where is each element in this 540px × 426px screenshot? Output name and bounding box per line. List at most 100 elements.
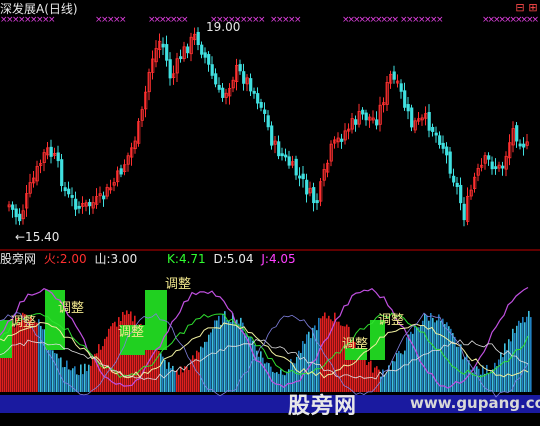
value-d-label: D:	[213, 252, 227, 266]
histogram-bar	[400, 353, 402, 392]
candle-body	[161, 43, 165, 48]
value-fire: 2.00	[59, 252, 87, 266]
candle-body	[399, 83, 403, 92]
histogram-bar	[92, 357, 94, 392]
histogram-bar	[370, 360, 372, 392]
histogram-bar	[82, 374, 84, 392]
histogram-bar	[18, 322, 20, 392]
histogram-bar	[206, 341, 208, 392]
candle-body	[445, 146, 449, 156]
candle-body	[298, 175, 302, 179]
histogram-bar	[494, 362, 496, 392]
candle-body	[410, 107, 414, 128]
candle-body	[214, 73, 218, 85]
candle-body	[315, 200, 319, 204]
candle-body	[186, 46, 190, 54]
high-price-label: 19.00	[206, 20, 240, 34]
histogram-bar	[182, 372, 184, 392]
histogram-bar	[216, 320, 218, 392]
histogram-bar	[50, 346, 52, 392]
histogram-bar	[512, 328, 514, 392]
watermark-site: 股旁网	[288, 394, 358, 419]
histogram-bar	[366, 365, 368, 392]
candle-body	[354, 119, 358, 125]
histogram-bar	[284, 375, 286, 392]
candle-body	[392, 71, 396, 80]
histogram-bar	[440, 320, 442, 392]
histogram-bar	[476, 366, 478, 392]
histogram-bar	[64, 367, 66, 392]
candle-body	[119, 168, 123, 175]
histogram-bar	[412, 333, 414, 392]
candle-body	[252, 90, 256, 94]
candle-body	[217, 84, 221, 90]
histogram-bar	[278, 373, 280, 392]
histogram-bar	[178, 374, 180, 392]
indicator-name: 股旁网	[0, 252, 37, 266]
watermark-www: www.	[410, 394, 457, 412]
histogram-bar	[414, 325, 416, 392]
histogram-bar	[368, 362, 370, 392]
candle-body	[56, 152, 60, 162]
histogram-bar	[420, 325, 422, 392]
candle-body	[434, 132, 438, 136]
histogram-bar	[324, 312, 326, 392]
candle-body	[406, 104, 410, 112]
histogram-bar	[164, 359, 166, 392]
candle-body	[375, 119, 379, 126]
histogram-bar	[384, 374, 386, 392]
histogram-bar	[52, 350, 54, 392]
histogram-bar	[252, 340, 254, 392]
candle-body	[448, 151, 452, 174]
histogram-bar	[320, 318, 322, 392]
candle-body	[294, 158, 298, 176]
histogram-bar	[156, 348, 158, 392]
value-mountain: 3.00	[110, 252, 138, 266]
histogram-bar	[526, 316, 528, 392]
candle-body	[501, 165, 505, 169]
histogram-bar	[326, 318, 328, 392]
histogram-bar	[202, 347, 204, 392]
value-j: 4.05	[268, 252, 296, 266]
value-d: 5.04	[226, 252, 254, 266]
candle-body	[427, 111, 431, 131]
histogram-bar	[150, 344, 152, 392]
candle-body	[452, 175, 456, 183]
chart-canvas: ××××××× ×××××××××× ××××××××××××××××××× ××××…	[0, 15, 540, 413]
expand-box-icon[interactable]: ⊞	[527, 2, 539, 14]
candle-body	[487, 155, 491, 160]
histogram-bar	[70, 370, 72, 392]
candle-body	[200, 44, 204, 55]
histogram-bar	[38, 319, 40, 392]
histogram-bar	[280, 369, 282, 392]
candle-body	[242, 71, 246, 84]
value-k-label: K:	[167, 252, 179, 266]
candle-body	[462, 203, 466, 221]
candle-body	[305, 179, 309, 195]
histogram-bar	[302, 341, 304, 392]
histogram-bar	[168, 362, 170, 392]
histogram-bar	[338, 321, 340, 392]
candle-body	[522, 143, 526, 148]
histogram-bar	[516, 325, 518, 392]
candle-body	[364, 112, 368, 121]
value-mountain-label: 山:	[94, 252, 111, 266]
minus-box-icon[interactable]: ⊟	[514, 2, 526, 14]
adjust-label: 调整	[378, 313, 404, 328]
histogram-bar	[210, 332, 212, 392]
histogram-bar	[282, 374, 284, 392]
histogram-bar	[430, 313, 432, 392]
histogram-bar	[498, 359, 500, 392]
histogram-bar	[84, 363, 86, 392]
candle-body	[277, 141, 281, 157]
candle-body	[441, 142, 445, 149]
candle-body	[284, 154, 288, 158]
adjust-label: 调整	[165, 277, 191, 292]
histogram-bar	[510, 341, 512, 392]
histogram-bar	[230, 322, 232, 392]
histogram-bar	[482, 365, 484, 392]
candle-body	[238, 64, 242, 72]
candle-body	[312, 187, 316, 204]
histogram-bar	[74, 366, 76, 392]
histogram-bar	[472, 372, 474, 392]
